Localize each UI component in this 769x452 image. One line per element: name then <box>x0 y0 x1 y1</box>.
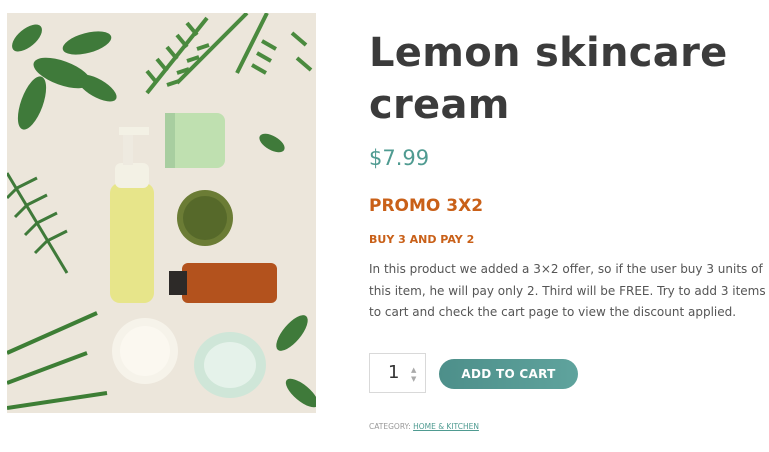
quantity-stepper[interactable]: 1 ▲ ▼ <box>369 353 426 393</box>
promo-title: PROMO 3X2 <box>369 196 484 216</box>
product-price: $7.99 <box>369 146 430 170</box>
product-title-line-2: cream <box>369 82 510 128</box>
product-description: In this product we added a 3×2 offer, so… <box>369 262 766 319</box>
add-to-cart-button[interactable]: ADD TO CART <box>439 359 578 389</box>
product-photo <box>7 13 316 413</box>
category-label: CATEGORY: <box>369 422 411 431</box>
product-title: Lemon skincare cream <box>369 27 769 131</box>
promo-subtitle: BUY 3 AND PAY 2 <box>369 233 475 246</box>
product-image[interactable] <box>7 13 316 413</box>
product-title-line-1: Lemon skincare <box>369 30 728 76</box>
quantity-value[interactable]: 1 <box>388 362 399 383</box>
product-category: CATEGORY: HOME & KITCHEN <box>369 422 479 431</box>
chevron-down-icon[interactable]: ▼ <box>411 375 416 383</box>
category-link[interactable]: HOME & KITCHEN <box>413 422 479 431</box>
chevron-up-icon[interactable]: ▲ <box>411 366 416 374</box>
